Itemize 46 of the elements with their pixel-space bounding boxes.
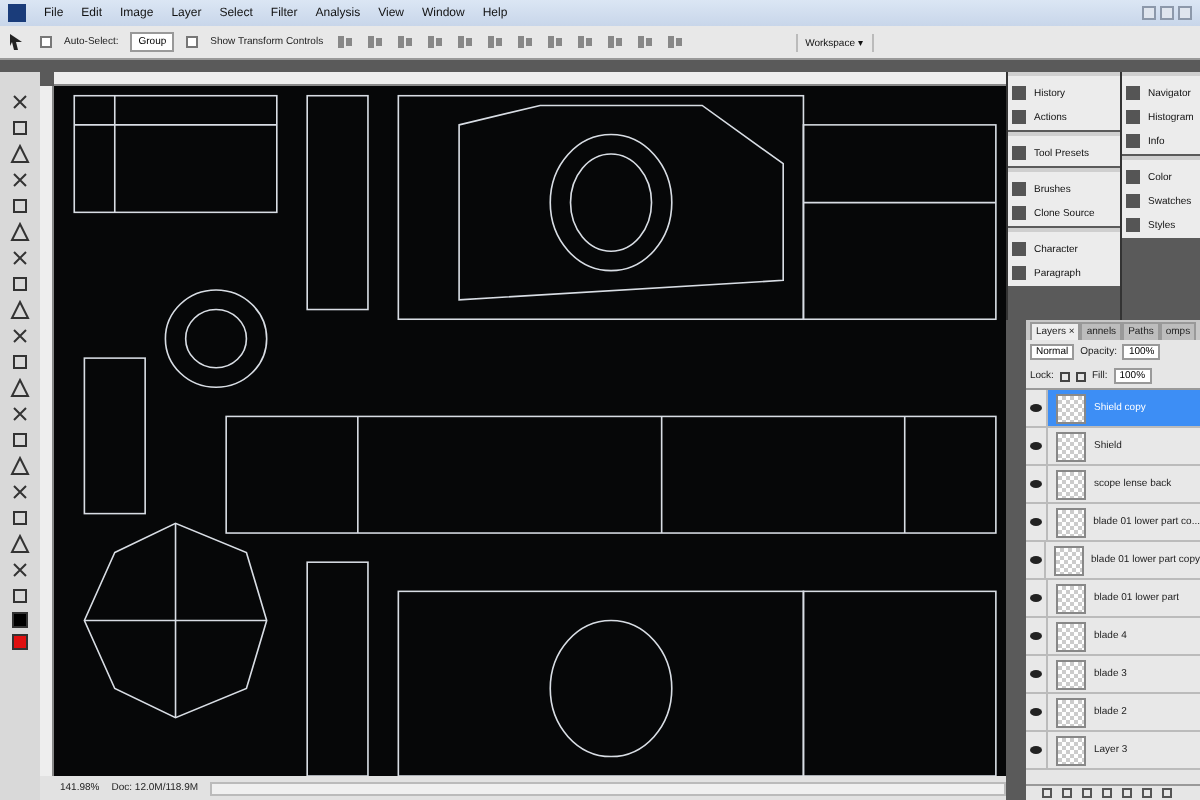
align-icon[interactable] <box>335 34 354 50</box>
checkbox[interactable] <box>186 36 199 48</box>
layer-thumbnail <box>1056 583 1086 613</box>
horizontal-scrollbar[interactable] <box>210 781 1006 795</box>
align-icon[interactable] <box>605 34 624 50</box>
eye-icon[interactable] <box>1030 670 1042 678</box>
align-icon[interactable] <box>485 34 504 50</box>
eye-icon[interactable] <box>1029 518 1042 526</box>
eye-icon[interactable] <box>1030 746 1042 754</box>
tool-icon[interactable] <box>10 326 30 346</box>
tool-icon[interactable] <box>10 560 30 580</box>
tool-icon[interactable] <box>10 248 30 268</box>
layer-thumbnail <box>1056 469 1086 499</box>
tool-icon[interactable] <box>10 586 30 606</box>
layer-thumbnail <box>1056 431 1086 461</box>
tool-icon[interactable] <box>10 404 30 424</box>
app-logo-icon <box>8 4 26 22</box>
align-icon[interactable] <box>395 34 414 50</box>
tool-icon[interactable] <box>10 482 30 502</box>
eye-icon[interactable] <box>1030 442 1042 450</box>
foreground-swatch[interactable] <box>12 612 28 628</box>
align-icon[interactable] <box>545 34 564 50</box>
align-icon[interactable] <box>665 34 684 50</box>
align-icon[interactable] <box>515 34 534 50</box>
background-swatch[interactable] <box>12 634 28 650</box>
layer-thumbnail <box>1056 697 1086 727</box>
eye-icon[interactable] <box>1030 404 1042 412</box>
align-icon[interactable] <box>455 34 474 50</box>
align-icon[interactable] <box>365 34 384 50</box>
tool-icon[interactable] <box>10 170 30 190</box>
layer-thumbnail <box>1055 507 1086 537</box>
layer-thumbnail <box>1056 393 1086 423</box>
layer-thumbnail <box>1056 621 1086 651</box>
layer-thumbnail <box>1056 659 1086 689</box>
tool-icon[interactable] <box>10 92 30 112</box>
eye-icon[interactable] <box>1030 708 1042 716</box>
eye-icon[interactable] <box>1030 594 1042 602</box>
align-icon[interactable] <box>635 34 654 50</box>
layer-thumbnail <box>1054 545 1084 575</box>
align-icon[interactable] <box>425 34 444 50</box>
eye-icon[interactable] <box>1030 632 1042 640</box>
eye-icon[interactable] <box>1030 480 1042 488</box>
layer-thumbnail <box>1056 735 1086 765</box>
eye-icon[interactable] <box>1029 556 1042 564</box>
checkbox[interactable] <box>40 36 52 48</box>
align-icon[interactable] <box>575 34 594 50</box>
